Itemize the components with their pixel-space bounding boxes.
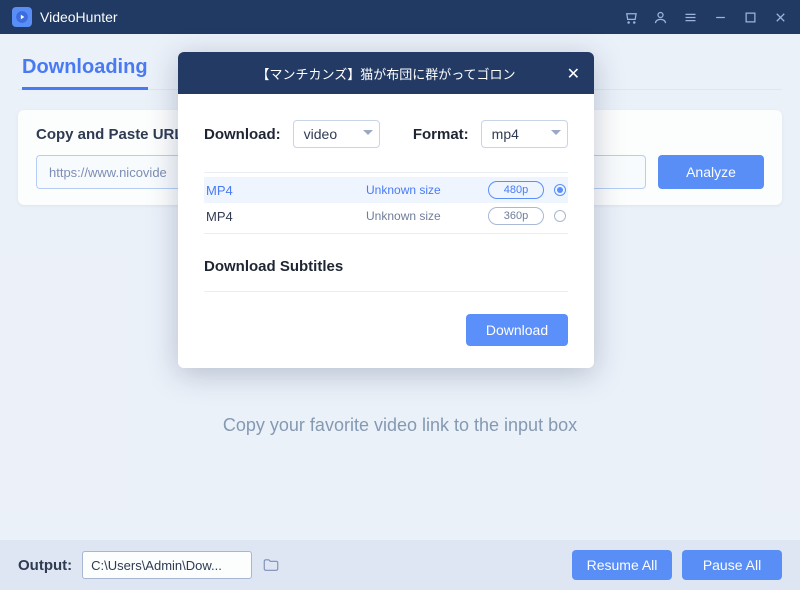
- modal-title: 【マンチカンズ】猫が布団に群がってゴロン: [256, 64, 515, 83]
- select-row: Download: video Format: mp4: [204, 120, 568, 148]
- format-value: mp4: [492, 126, 519, 142]
- modal-header: 【マンチカンズ】猫が布団に群がってゴロン ✕: [178, 52, 594, 94]
- download-modal: 【マンチカンズ】猫が布団に群がってゴロン ✕ Download: video F…: [178, 52, 594, 368]
- chevron-down-icon: [363, 130, 373, 135]
- download-type-select[interactable]: video: [293, 120, 380, 148]
- download-type-value: video: [304, 126, 337, 142]
- format-select[interactable]: mp4: [481, 120, 568, 148]
- option-format: MP4: [206, 183, 366, 198]
- quality-badge: 360p: [488, 207, 544, 225]
- option-size: Unknown size: [366, 183, 488, 197]
- quality-options: MP4 Unknown size 480p MP4 Unknown size 3…: [204, 172, 568, 234]
- subtitles-label: Download Subtitles: [204, 258, 568, 292]
- modal-close-icon[interactable]: ✕: [567, 64, 580, 84]
- option-format: MP4: [206, 209, 366, 224]
- download-type-label: Download:: [204, 126, 281, 143]
- radio-unselected[interactable]: [554, 210, 566, 222]
- download-button[interactable]: Download: [466, 314, 568, 346]
- chevron-down-icon: [551, 130, 561, 135]
- quality-option[interactable]: MP4 Unknown size 480p: [204, 177, 568, 203]
- format-label: Format:: [413, 126, 469, 143]
- quality-option[interactable]: MP4 Unknown size 360p: [204, 203, 568, 229]
- radio-selected[interactable]: [554, 184, 566, 196]
- quality-badge: 480p: [488, 181, 544, 199]
- option-size: Unknown size: [366, 209, 488, 223]
